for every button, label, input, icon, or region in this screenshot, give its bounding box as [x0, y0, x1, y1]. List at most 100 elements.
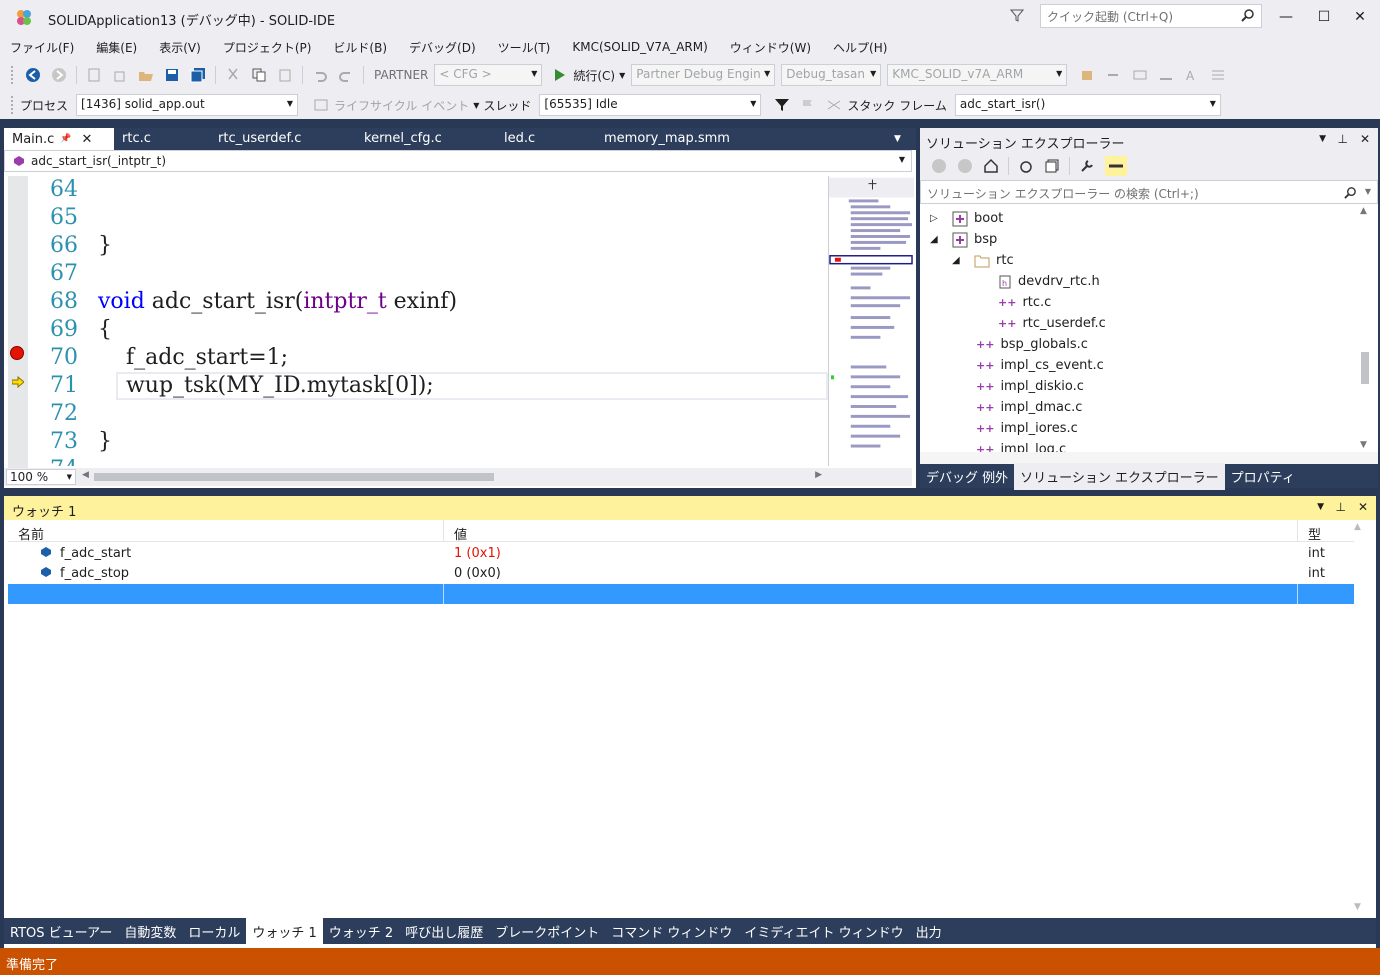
tab-solution-explorer[interactable]: ソリューション エクスプローラー: [1014, 462, 1225, 490]
tab-autos[interactable]: 自動変数: [118, 917, 182, 946]
scrollbar-minimap[interactable]: [828, 176, 914, 466]
new-watch-row[interactable]: [8, 584, 1354, 604]
back-icon[interactable]: [931, 158, 947, 174]
debug-target-combo[interactable]: Debug_tasan ▼: [781, 64, 882, 86]
watch-value-cell[interactable]: 1 (0x1): [444, 544, 1298, 564]
tab-output[interactable]: 出力: [910, 917, 948, 946]
tab-memory-map-smm[interactable]: memory_map.smm: [596, 128, 766, 150]
menu-window[interactable]: ウィンドウ(W): [730, 39, 811, 56]
watch-name-cell[interactable]: f_adc_stop: [30, 564, 444, 584]
tab-locals[interactable]: ローカル: [182, 917, 246, 946]
tab-led-c[interactable]: led.c: [496, 128, 596, 150]
close-icon[interactable]: ✕: [1360, 132, 1370, 146]
comment-icon[interactable]: [1158, 67, 1174, 83]
scroll-up-icon[interactable]: ▲: [1354, 522, 1361, 532]
maximize-button[interactable]: ☐: [1312, 6, 1336, 28]
tab-properties[interactable]: プロパティ: [1225, 463, 1301, 490]
scroll-up-icon[interactable]: ▲: [1360, 206, 1367, 216]
breakpoint-all-icon[interactable]: [1132, 67, 1148, 83]
horizontal-scrollbar[interactable]: ◀ ▶: [82, 470, 822, 484]
back-icon[interactable]: [25, 67, 41, 83]
tree-item-rtc[interactable]: ◢ rtc: [952, 250, 1014, 271]
menu-debug[interactable]: デバッグ(D): [409, 39, 476, 56]
chevron-down-icon[interactable]: ▼: [899, 155, 905, 164]
outdent-icon[interactable]: [1210, 67, 1226, 83]
chevron-down-icon[interactable]: ▼: [619, 71, 625, 80]
step-icon[interactable]: [1106, 67, 1122, 83]
tab-command-window[interactable]: コマンド ウィンドウ: [605, 917, 738, 946]
tab-kernel-cfg-c[interactable]: kernel_cfg.c: [356, 128, 496, 150]
tab-call-stack[interactable]: 呼び出し履歴: [399, 917, 489, 946]
column-header-value[interactable]: 値: [444, 520, 1298, 543]
find-in-files-icon[interactable]: [1080, 67, 1096, 83]
breakpoint-gutter[interactable]: [8, 176, 28, 468]
tab-rtos-viewer[interactable]: RTOS ビューアー: [4, 917, 118, 946]
forward-icon[interactable]: [51, 67, 67, 83]
tree-item-impl-cs-event-c[interactable]: ++ impl_cs_event.c: [976, 355, 1104, 376]
tree-item-impl-diskio-c[interactable]: ++ impl_diskio.c: [976, 376, 1084, 397]
tree-item-rtc-c[interactable]: ++ rtc.c: [998, 292, 1051, 313]
font-icon[interactable]: A: [1184, 67, 1200, 83]
tree-item-impl-iores-c[interactable]: ++ impl_iores.c: [976, 418, 1078, 439]
close-icon[interactable]: ✕: [1358, 500, 1368, 514]
collapse-arrow-icon[interactable]: ◢: [930, 234, 942, 245]
chevron-down-icon[interactable]: ▼: [1365, 187, 1371, 196]
expand-arrow-icon[interactable]: ▷: [930, 213, 942, 224]
menu-project[interactable]: プロジェクト(P): [223, 39, 312, 56]
menu-help[interactable]: ヘルプ(H): [833, 39, 887, 56]
tree-item-bsp[interactable]: ◢ bsp: [930, 229, 997, 250]
stackframe-combo[interactable]: adc_start_isr() ▼: [954, 94, 1221, 116]
scroll-down-icon[interactable]: ▼: [1354, 902, 1361, 912]
thread-combo[interactable]: [65535] Idle ▼: [539, 94, 762, 116]
vertical-scrollbar[interactable]: ▲ ▼: [1352, 522, 1366, 912]
toolbar-grip[interactable]: [10, 95, 14, 115]
collapse-arrow-icon[interactable]: ◢: [952, 255, 964, 266]
chevron-down-icon[interactable]: ▼: [473, 101, 479, 110]
pin-icon[interactable]: 📌: [60, 134, 71, 144]
watch-value-cell[interactable]: 0 (0x0): [444, 564, 1298, 584]
cut-icon[interactable]: [225, 67, 241, 83]
continue-button[interactable]: 続行(C): [573, 67, 615, 84]
window-position-dropdown-icon[interactable]: ▼: [1317, 502, 1324, 512]
lifecycle-events-button[interactable]: ライフサイクル イベント: [334, 97, 469, 114]
menu-tools[interactable]: ツール(T): [498, 39, 551, 56]
undo-icon[interactable]: [312, 67, 328, 83]
tree-item-devdrv-rtc-h[interactable]: h devdrv_rtc.h: [998, 271, 1100, 292]
tab-breakpoints[interactable]: ブレークポイント: [489, 917, 605, 946]
column-header-name[interactable]: 名前: [8, 520, 444, 543]
zoom-combo[interactable]: 100 % ▼: [6, 469, 76, 485]
watch-name-cell[interactable]: f_adc_start: [30, 544, 444, 564]
scroll-down-icon[interactable]: ▼: [1360, 440, 1367, 450]
menu-view[interactable]: 表示(V): [159, 39, 201, 56]
code-text-area[interactable]: 64 65 66} 67 68 void adc_start_isr(intptr…: [28, 176, 828, 466]
redo-icon[interactable]: [338, 67, 354, 83]
flag-thread-icon[interactable]: [800, 97, 816, 113]
history-icon[interactable]: [1018, 158, 1034, 174]
tab-main-c[interactable]: Main.c 📌 ✕: [4, 128, 114, 150]
scroll-right-icon[interactable]: ▶: [815, 470, 822, 480]
home-icon[interactable]: [983, 158, 999, 174]
paste-icon[interactable]: [277, 67, 293, 83]
tab-rtc-c[interactable]: rtc.c: [114, 128, 210, 150]
tab-watch-1[interactable]: ウォッチ 1: [246, 916, 323, 946]
process-combo[interactable]: [1436] solid_app.out ▼: [76, 94, 299, 116]
tab-overflow-dropdown-icon[interactable]: ▼: [894, 134, 901, 144]
minimize-button[interactable]: —: [1274, 6, 1298, 28]
menu-kmc[interactable]: KMC(SOLID_V7A_ARM): [572, 40, 707, 54]
tab-debug-exceptions[interactable]: デバッグ 例外: [920, 463, 1014, 490]
table-row[interactable]: f_adc_stop 0 (0x0) int: [8, 564, 1354, 584]
show-flagged-icon[interactable]: [826, 97, 842, 113]
cfg-combo[interactable]: < CFG > ▼: [434, 64, 543, 86]
pin-icon[interactable]: ⊥: [1336, 500, 1346, 514]
lifecycle-icon[interactable]: [313, 97, 329, 113]
new-project-icon[interactable]: [86, 67, 102, 83]
scroll-left-icon[interactable]: ◀: [82, 470, 89, 480]
close-icon[interactable]: ✕: [82, 132, 93, 147]
properties-wrench-icon[interactable]: [1079, 158, 1095, 174]
menu-edit[interactable]: 編集(E): [96, 39, 137, 56]
partner-label[interactable]: PARTNER: [374, 68, 428, 82]
new-watch-name-cell[interactable]: [8, 584, 444, 604]
tree-item-impl-log-c[interactable]: ++ impl_log.c: [976, 439, 1066, 452]
tree-item-bsp-globals-c[interactable]: ++ bsp_globals.c: [976, 334, 1088, 355]
search-icon[interactable]: [1344, 186, 1357, 199]
